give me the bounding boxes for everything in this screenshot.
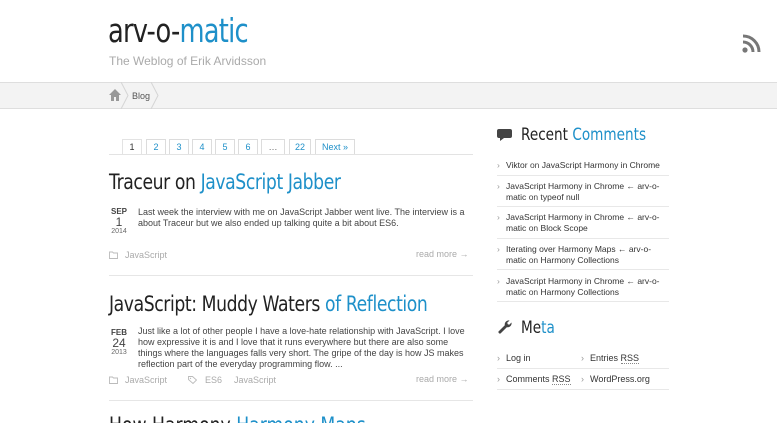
post-tag-link[interactable]: ES6 — [205, 375, 222, 385]
post-title-part1[interactable]: JavaScript: Muddy Waters — [109, 292, 325, 316]
comment-post-link[interactable]: JavaScript Harmony in Chrome — [542, 160, 660, 170]
on-word: on — [528, 192, 539, 202]
post-title-part2[interactable]: Harmony Maps — [236, 413, 365, 423]
post-title-partial[interactable]: How Harmony Harmony Maps — [109, 413, 366, 423]
folder-icon — [109, 251, 118, 259]
page-4-link[interactable]: 4 — [192, 139, 212, 154]
comment-divider — [497, 269, 669, 270]
tag-icon — [188, 376, 197, 384]
on-word: on — [528, 255, 539, 265]
post-category-link[interactable]: JavaScript — [125, 375, 167, 385]
meta-heading: Meta — [521, 318, 555, 338]
meta-divider — [497, 389, 669, 390]
post-date: FEB 24 2013 — [108, 328, 130, 356]
meta-divider — [497, 368, 669, 369]
post-date-day: 24 — [112, 336, 126, 350]
page-ellipsis: … — [261, 139, 285, 154]
wordpress-link[interactable]: › WordPress.org — [581, 374, 650, 384]
comments-rss-label[interactable]: Comments — [506, 374, 552, 384]
post-divider — [109, 275, 473, 276]
breadcrumb: Blog — [0, 82, 777, 109]
post-title-part2[interactable]: JavaScript Jabber — [201, 170, 341, 194]
comment-author-link[interactable]: Viktor — [506, 160, 528, 170]
post-date: SEP 1 2014 — [108, 207, 130, 235]
post-excerpt: Just like a lot of other people I have a… — [138, 326, 465, 369]
wordpress-label[interactable]: WordPress.org — [590, 374, 650, 384]
comment-divider — [497, 206, 669, 207]
breadcrumb-separator-icon — [120, 82, 129, 109]
comments-rss-link[interactable]: › Comments RSS — [497, 374, 571, 385]
comment-divider — [497, 238, 669, 239]
heading-part1: Me — [521, 318, 542, 338]
page-6-link[interactable]: 6 — [238, 139, 258, 154]
on-word: on — [529, 160, 540, 170]
folder-icon — [109, 376, 118, 384]
site-title-part1[interactable]: arv-o- — [108, 11, 180, 50]
post-date-year: 2014 — [111, 228, 127, 235]
login-link[interactable]: › Log in — [497, 353, 531, 363]
site-title[interactable]: arv-o-matic — [108, 11, 249, 50]
heading-part1: Recent — [521, 125, 573, 145]
recent-comments-heading: Recent Comments — [521, 125, 646, 145]
recent-comment-item: › Iterating over Harmony Maps ← arv-o-ma… — [497, 244, 652, 265]
recent-comment-item: › JavaScript Harmony in Chrome ← arv-o-m… — [497, 212, 660, 233]
recent-comment-item: › JavaScript Harmony in Chrome ← arv-o-m… — [497, 181, 660, 202]
wrench-icon — [498, 320, 512, 334]
on-word: on — [528, 223, 539, 233]
rss-icon[interactable] — [741, 34, 761, 54]
page-5-link[interactable]: 5 — [215, 139, 235, 154]
comment-post-link[interactable]: Block Scope — [541, 223, 588, 233]
post-category-link[interactable]: JavaScript — [125, 250, 167, 260]
login-label[interactable]: Log in — [506, 353, 531, 363]
post-tag-link[interactable]: JavaScript — [234, 375, 276, 385]
read-more-link[interactable]: read more → — [416, 249, 469, 259]
next-page-link[interactable]: Next » — [315, 139, 355, 154]
on-word: on — [528, 287, 539, 297]
post-excerpt: Last week the interview with me on JavaS… — [138, 207, 465, 228]
post-divider — [109, 400, 473, 401]
heading-part2: Comments — [572, 125, 647, 145]
entries-rss-label[interactable]: Entries — [590, 353, 621, 363]
site-title-part2[interactable]: matic — [180, 11, 249, 50]
page-22-link[interactable]: 22 — [289, 139, 311, 154]
comment-divider — [497, 301, 669, 302]
read-more-link[interactable]: read more → — [416, 374, 469, 384]
post-title-part2[interactable]: of Reflection — [325, 292, 428, 316]
heading-part2: ta — [541, 318, 555, 338]
recent-comment-item: › Viktor on JavaScript Harmony in Chrome — [497, 160, 660, 170]
post-title[interactable]: JavaScript: Muddy Waters of Reflection — [109, 292, 428, 316]
comment-post-link[interactable]: Harmony Collections — [541, 255, 619, 265]
post-title-part1[interactable]: How Harmony — [109, 413, 236, 423]
comment-divider — [497, 175, 669, 176]
site-tagline: The Weblog of Erik Arvidsson — [109, 54, 267, 68]
site-header: arv-o-matic The Weblog of Erik Arvidsson — [0, 0, 777, 82]
rss-abbr[interactable]: RSS — [552, 374, 571, 385]
post-title[interactable]: Traceur on JavaScript Jabber — [109, 170, 341, 194]
post-date-year: 2013 — [111, 349, 127, 356]
page-1-current: 1 — [122, 139, 142, 154]
pagination: 1 2 3 4 5 6 … 22 Next » — [109, 139, 473, 155]
rss-abbr[interactable]: RSS — [620, 353, 640, 364]
post-date-day: 1 — [115, 215, 123, 229]
comment-post-link[interactable]: typeof null — [541, 192, 580, 202]
comment-post-link[interactable]: Harmony Collections — [541, 287, 619, 297]
entries-rss-link[interactable]: › Entries RSS — [581, 353, 640, 364]
recent-comment-item: › JavaScript Harmony in Chrome ← arv-o-m… — [497, 276, 660, 297]
breadcrumb-blog-link[interactable]: Blog — [132, 91, 150, 101]
breadcrumb-separator-icon — [150, 82, 159, 109]
comment-bubble-icon — [497, 129, 512, 141]
page-3-link[interactable]: 3 — [169, 139, 189, 154]
page-2-link[interactable]: 2 — [146, 139, 166, 154]
post-title-part1[interactable]: Traceur on — [109, 170, 201, 194]
